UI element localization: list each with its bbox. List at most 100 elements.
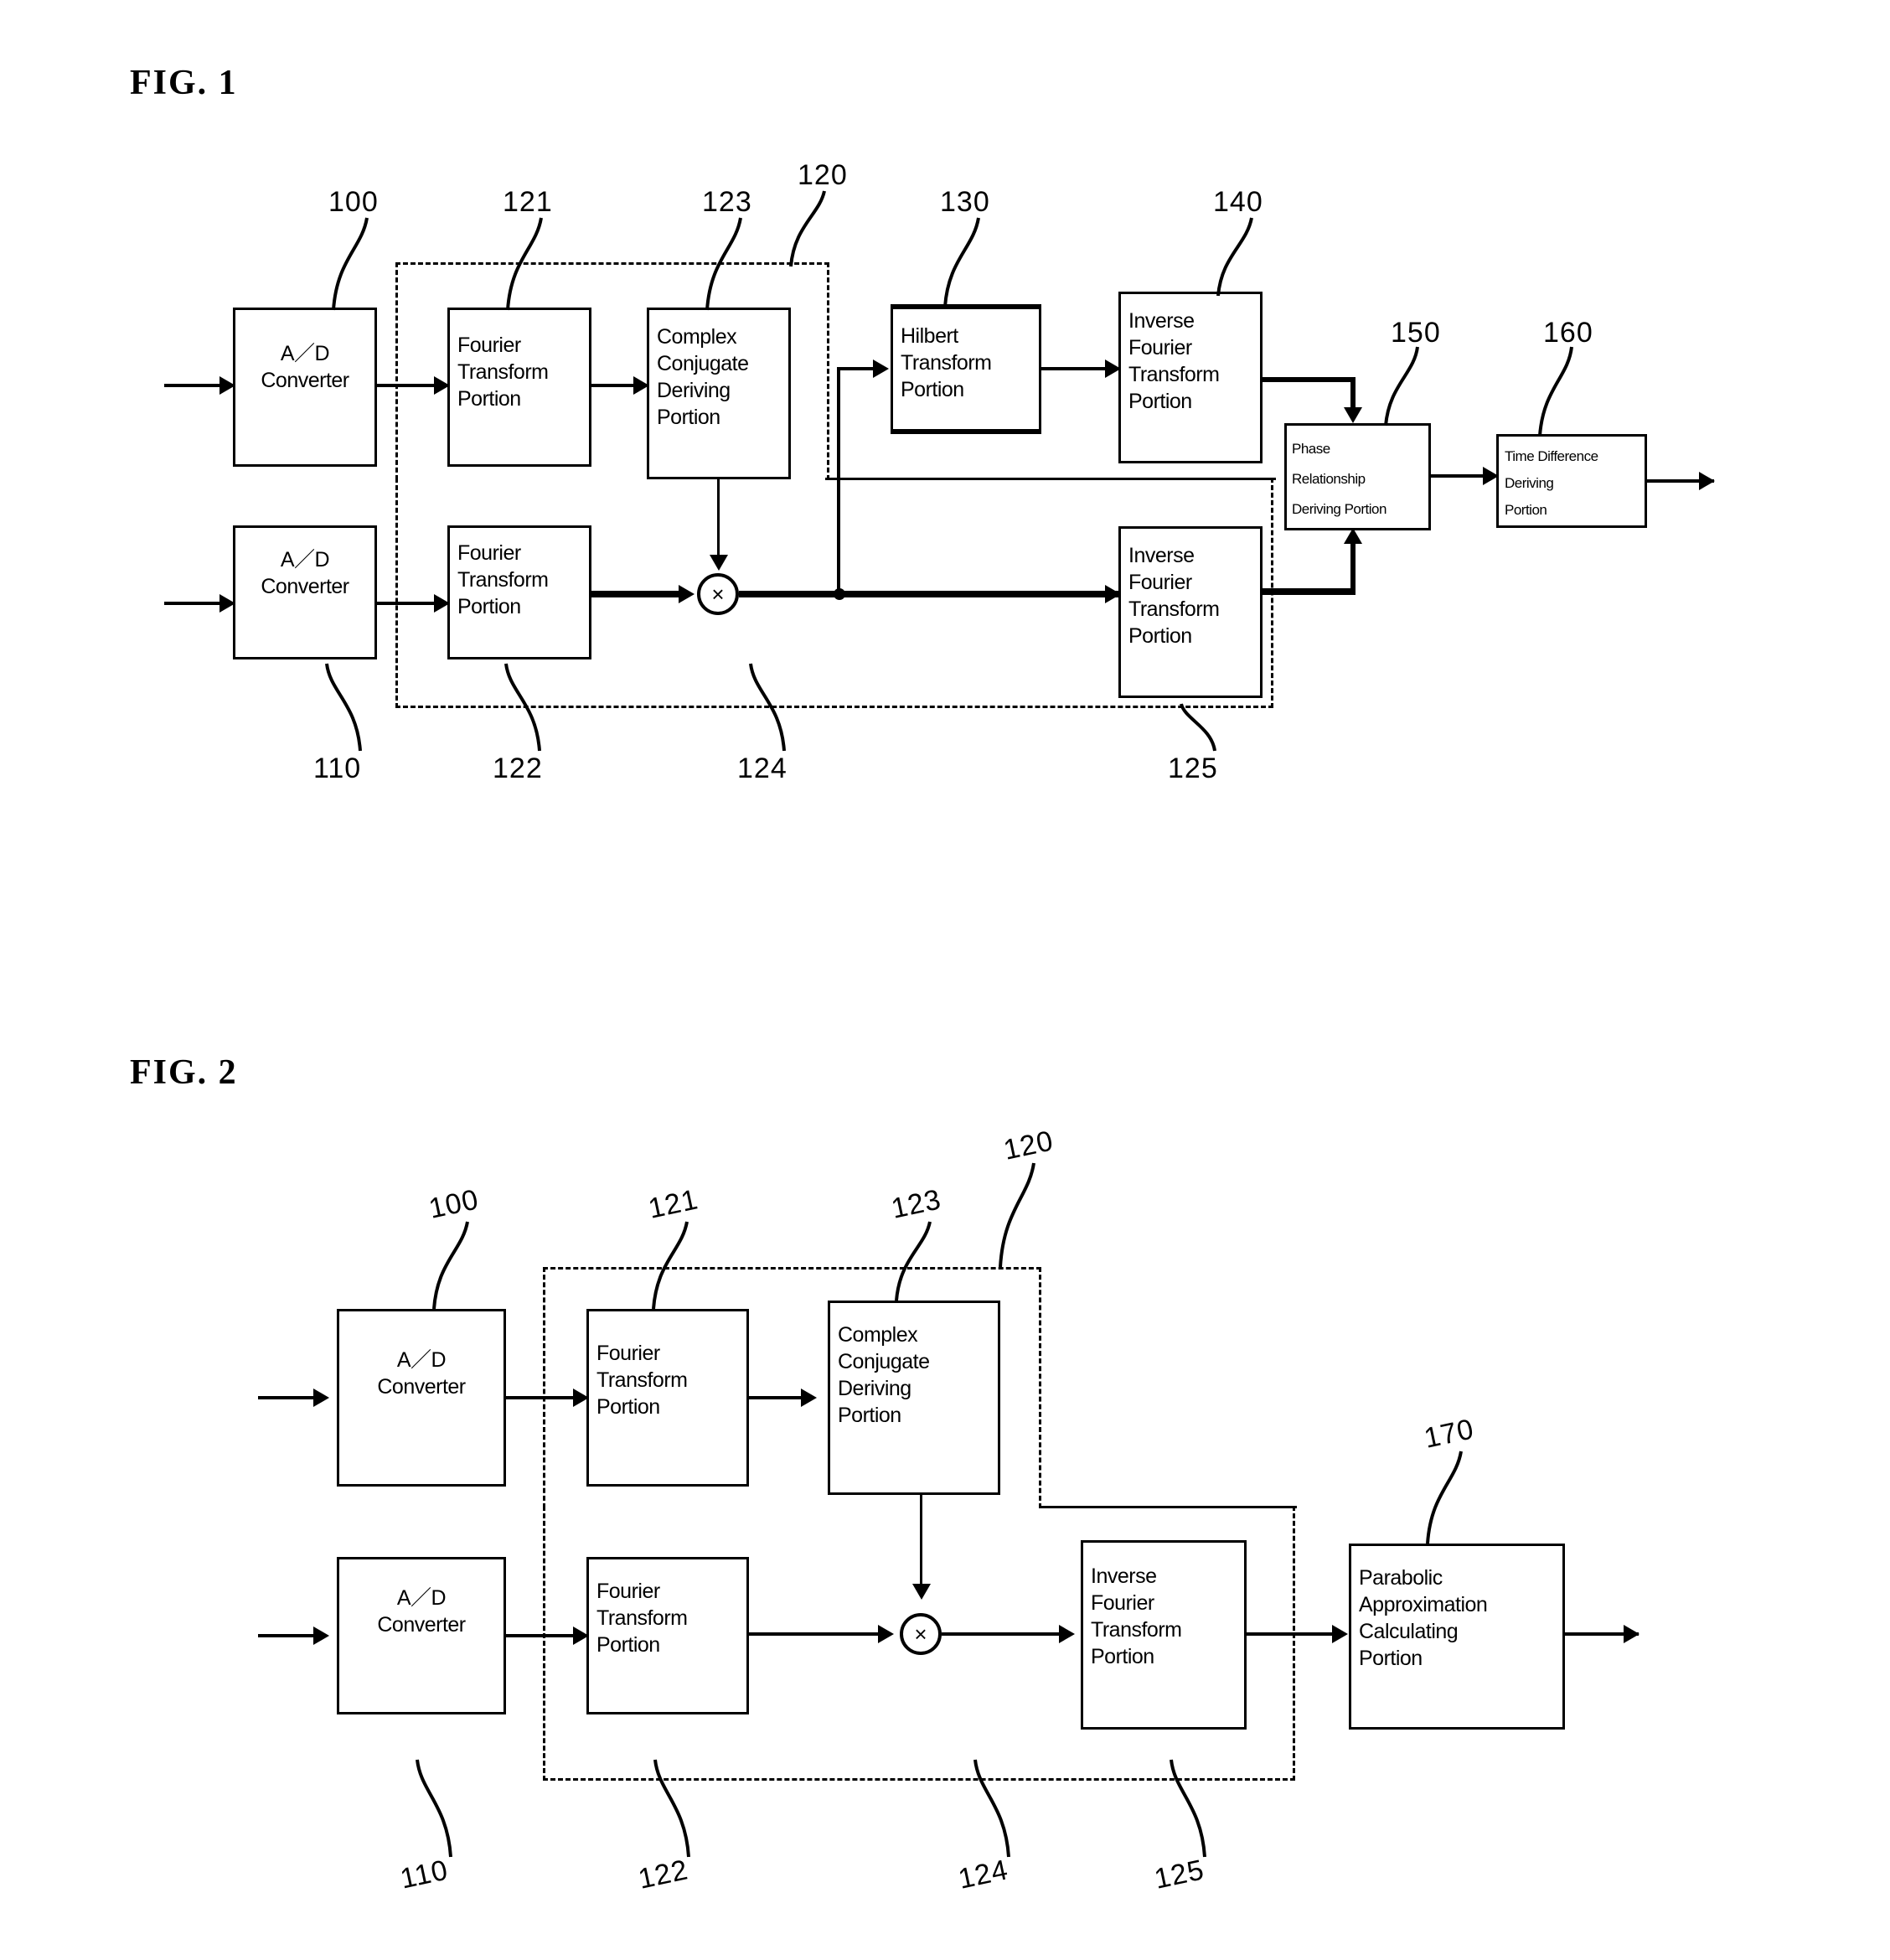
ref-number-121: 121 xyxy=(503,186,553,218)
link-ad-to-ft-bottom xyxy=(377,602,437,605)
multiplier-symbol-fig2: × xyxy=(914,1621,927,1647)
leader-125-fig2 xyxy=(1161,1758,1220,1860)
leader-140 xyxy=(1203,216,1262,298)
branch-up-to-hilbert xyxy=(837,367,840,597)
block-ad-converter-top-label: A／D Converter xyxy=(261,342,349,392)
multiplier-node-fig2: × xyxy=(900,1613,942,1655)
leader-110-fig2 xyxy=(407,1758,466,1860)
block-fourier-transform-top-fig2-label: Fourier Transform Portion xyxy=(596,1342,688,1419)
ref-number-110: 110 xyxy=(313,752,362,784)
block-ad-converter-top: A／D Converter xyxy=(233,308,377,467)
link-ift-bottom-up xyxy=(1350,543,1356,595)
block-ad-converter-top-fig2: A／D Converter xyxy=(337,1309,506,1487)
block-complex-conjugate-deriving: Complex Conjugate Deriving Portion xyxy=(647,308,791,479)
multiplier-node: × xyxy=(697,573,739,615)
leader-124-fig2 xyxy=(965,1758,1024,1860)
link-ad-to-ft-bottom-fig2 xyxy=(506,1634,578,1637)
link-ift-top-down-arrow xyxy=(1344,407,1362,423)
link-ft-to-ccd-fig2-arrow xyxy=(801,1389,817,1407)
link-ccd-to-multiplier-fig2 xyxy=(920,1495,922,1592)
input-line-top xyxy=(164,384,223,387)
leader-110 xyxy=(317,662,375,754)
block-inverse-fourier-transform-top-label: Inverse Fourier Transform Portion xyxy=(1128,309,1220,413)
block-parabolic-approximation-calculating: Parabolic Approximation Calculating Port… xyxy=(1349,1544,1565,1730)
link-ift-bottom-out xyxy=(1263,588,1356,595)
block-ad-converter-bottom-label: A／D Converter xyxy=(261,548,349,598)
ref-number-122: 122 xyxy=(493,752,543,784)
ref-number-124: 124 xyxy=(737,752,788,784)
block-fourier-transform-bottom-label: Fourier Transform Portion xyxy=(457,541,549,618)
block-fourier-transform-bottom-fig2: Fourier Transform Portion xyxy=(586,1557,749,1714)
block-fourier-transform-bottom: Fourier Transform Portion xyxy=(447,525,591,659)
block-time-difference-deriving-label: Time Difference Deriving Portion xyxy=(1505,448,1598,518)
input-line-top-fig2 xyxy=(258,1396,317,1399)
leader-121-fig2 xyxy=(638,1220,697,1312)
block-fourier-transform-top: Fourier Transform Portion xyxy=(447,308,591,467)
block-inverse-fourier-transform-bottom-label: Inverse Fourier Transform Portion xyxy=(1128,544,1220,648)
output-arrowhead-fig2 xyxy=(1624,1625,1640,1643)
block-complex-conjugate-deriving-fig2: Complex Conjugate Deriving Portion xyxy=(828,1301,1000,1495)
block-complex-conjugate-deriving-fig2-label: Complex Conjugate Deriving Portion xyxy=(838,1323,930,1427)
block-inverse-fourier-transform-top: Inverse Fourier Transform Portion xyxy=(1118,292,1263,463)
block-ad-converter-bottom-fig2-label: A／D Converter xyxy=(377,1586,466,1637)
link-ccd-to-multiplier-arrow xyxy=(710,555,728,571)
link-ad-to-ft-top-fig2 xyxy=(506,1396,578,1399)
link-phase-to-timediff xyxy=(1431,474,1488,478)
link-ft-bottom-to-multiplier-arrow xyxy=(679,585,695,603)
multiplier-symbol: × xyxy=(711,582,725,607)
leader-170 xyxy=(1412,1450,1471,1546)
block-ad-converter-bottom: A／D Converter xyxy=(233,525,377,659)
block-fourier-transform-top-label: Fourier Transform Portion xyxy=(457,334,549,411)
junction-dot xyxy=(834,588,845,600)
ref-number-140: 140 xyxy=(1213,186,1263,218)
link-ft-bottom-to-multiplier-fig2-arrow xyxy=(878,1625,894,1643)
block-phase-relationship-deriving-label: Phase Relationship Deriving Portion xyxy=(1292,441,1387,517)
leader-160 xyxy=(1528,345,1578,439)
link-ccd-to-multiplier-fig2-arrow xyxy=(912,1584,931,1600)
leader-123-fig2 xyxy=(881,1220,940,1304)
link-multiplier-out-fig2 xyxy=(942,1632,1064,1636)
block-phase-relationship-deriving: Phase Relationship Deriving Portion xyxy=(1284,423,1431,530)
input-arrowhead-top-fig2 xyxy=(313,1389,329,1407)
block-inverse-fourier-transform-fig2: Inverse Fourier Transform Portion xyxy=(1081,1540,1247,1730)
link-ft-to-ccd-fig2 xyxy=(749,1396,806,1399)
link-ift-to-parabolic-fig2-arrow xyxy=(1332,1625,1348,1643)
link-multiplier-out xyxy=(739,591,1121,597)
block-hilbert-transform-label: Hilbert Transform Portion xyxy=(901,324,992,401)
ref-number-123: 123 xyxy=(702,186,752,218)
leader-120 xyxy=(777,189,836,269)
block-parabolic-approximation-calculating-label: Parabolic Approximation Calculating Port… xyxy=(1359,1566,1488,1670)
output-arrowhead-fig1 xyxy=(1699,472,1715,490)
leader-100 xyxy=(318,216,377,313)
link-ad-to-ft-top xyxy=(377,384,437,387)
link-ft-bottom-to-multiplier xyxy=(591,591,684,597)
ref-number-125: 125 xyxy=(1168,752,1218,784)
figure-2-title: FIG. 2 xyxy=(130,1053,238,1092)
link-ccd-to-multiplier xyxy=(717,479,720,563)
link-ift-top-out xyxy=(1263,377,1356,382)
input-line-bottom-fig2 xyxy=(258,1634,317,1637)
leader-121 xyxy=(493,216,551,313)
block-hilbert-transform: Hilbert Transform Portion xyxy=(891,304,1041,434)
block-inverse-fourier-transform-fig2-label: Inverse Fourier Transform Portion xyxy=(1091,1564,1182,1668)
leader-130 xyxy=(930,216,989,310)
leader-124 xyxy=(741,662,799,754)
input-line-bottom xyxy=(164,602,223,605)
leader-122-fig2 xyxy=(645,1758,704,1860)
leader-125 xyxy=(1171,702,1230,754)
block-complex-conjugate-deriving-label: Complex Conjugate Deriving Portion xyxy=(657,325,749,429)
link-hilbert-to-ift-top xyxy=(1041,367,1110,370)
link-ft-to-ccd-top xyxy=(591,384,638,387)
block-inverse-fourier-transform-bottom: Inverse Fourier Transform Portion xyxy=(1118,526,1263,698)
ref-number-100: 100 xyxy=(328,186,379,218)
leader-122 xyxy=(496,662,555,754)
block-fourier-transform-bottom-fig2-label: Fourier Transform Portion xyxy=(596,1580,688,1657)
group-boundary-120-midline xyxy=(825,478,1276,480)
figure-1-title: FIG. 1 xyxy=(130,64,238,102)
block-fourier-transform-top-fig2: Fourier Transform Portion xyxy=(586,1309,749,1487)
link-node-to-hilbert-arrow xyxy=(873,359,889,378)
link-ft-bottom-to-multiplier-fig2 xyxy=(749,1632,883,1636)
link-multiplier-out-fig2-arrow xyxy=(1059,1625,1075,1643)
ref-number-130: 130 xyxy=(940,186,990,218)
link-node-to-hilbert xyxy=(837,367,877,370)
